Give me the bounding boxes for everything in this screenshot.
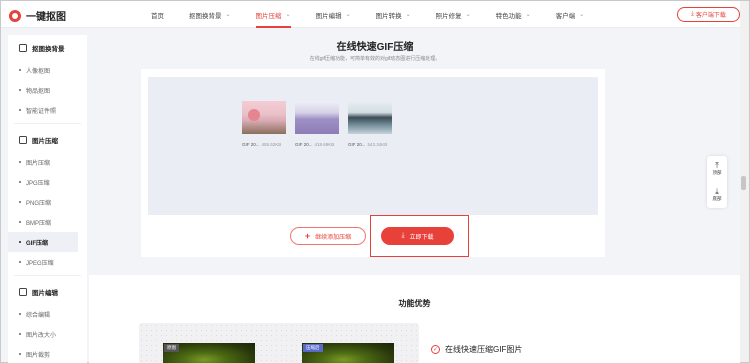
file-thumb[interactable]: GIF 20... 418.69KB <box>295 101 339 147</box>
sidebar-item[interactable]: BMP压缩 <box>8 212 87 232</box>
chevron-down-icon: ⌄ <box>225 12 231 18</box>
file-thumb[interactable]: GIF 20... 543.34KB <box>348 101 392 147</box>
compressed-image: 压缩后 <box>302 343 394 363</box>
download-icon: ⤓ <box>401 232 405 239</box>
scroll-shortcuts: ⤒ 顶部 ⤓ 底部 <box>707 156 727 208</box>
client-download-label: 客户端下载 <box>695 13 726 19</box>
plus-icon: + <box>304 231 311 241</box>
nav-item[interactable]: 图片压缩 ⌄ <box>255 1 291 28</box>
main-nav: 首页 抠图换背景 ⌄ 图片压缩 ⌄ 图片编辑 ⌄ 图片转换 ⌄ 照片修复 ⌄ 特色功能 ⌄ 客户端 ⌄ <box>151 1 609 28</box>
sidebar-item[interactable]: JPG压缩 <box>8 172 87 192</box>
original-label: 原图 <box>164 344 179 352</box>
file-thumb[interactable]: GIF 20... 455.52KB <box>242 101 286 147</box>
nav-item[interactable]: 照片修复 ⌄ <box>436 1 471 28</box>
sidebar-item[interactable]: 图片改大小 <box>8 324 87 344</box>
sidebar-item[interactable]: PNG压缩 <box>8 192 87 212</box>
upload-area[interactable]: GIF 20... 455.52KB GIF 20... 418.69KB GIF … <box>148 77 598 215</box>
sidebar-divider <box>14 123 81 124</box>
feature-label: 在线快速压缩GIF图片 <box>445 345 523 354</box>
nav-item-label: 图片压缩 <box>255 12 282 20</box>
logo-text: 一键抠图 <box>26 12 66 23</box>
advantages-title: 功能优势 <box>398 299 431 308</box>
to-top-button[interactable]: ⤒ 顶部 <box>707 156 727 182</box>
sidebar: 抠图换背景 人像抠图 物品抠图 智能证件照 图片压缩 图片压缩 JPG压缩 PNG压缩 BMP压… <box>8 35 87 363</box>
chevron-down-icon: ⌄ <box>345 12 351 18</box>
page-title: 在线快速GIF压缩 <box>336 42 414 53</box>
chevron-down-icon: ⌄ <box>525 12 531 18</box>
image-icon <box>19 135 27 144</box>
download-now-button[interactable]: ⤓ 立即下载 <box>381 227 454 245</box>
sidebar-section-title: 图片压缩 <box>8 127 87 152</box>
sidebar-item[interactable]: 智能证件照 <box>8 100 87 120</box>
check-circle-icon: ✓ <box>431 345 440 354</box>
sidebar-item[interactable]: GIF压缩 <box>8 232 78 252</box>
continue-add-button[interactable]: + 继续添加压缩 <box>290 227 366 245</box>
download-now-label: 立即下载 <box>409 234 434 241</box>
sidebar-item[interactable]: 物品抠图 <box>8 80 87 100</box>
scrollbar-thumb[interactable] <box>741 176 746 190</box>
sidebar-item[interactable]: 综合编辑 <box>8 304 87 324</box>
sidebar-section-title: 图片编辑 <box>8 279 87 304</box>
to-top-label: 顶部 <box>712 170 722 175</box>
advantages-section: 功能优势 原图 压缩后 ✓ 在线快速压缩GIF图片 <box>89 275 740 363</box>
file-preview-image <box>295 101 339 134</box>
client-download-button[interactable]: ⤓ 客户端下载 <box>677 7 740 22</box>
nav-item[interactable]: 图片转换 ⌄ <box>376 1 411 28</box>
file-size: 455.52KB <box>261 142 282 147</box>
chevron-down-icon: ⌄ <box>579 12 585 18</box>
sidebar-divider <box>14 275 81 276</box>
logo[interactable]: 一键抠图 <box>9 8 66 23</box>
sidebar-item[interactable]: 图片裁剪 <box>8 344 87 363</box>
image-icon <box>19 287 27 296</box>
compress-panel: GIF 20... 455.52KB GIF 20... 418.69KB GIF … <box>141 69 605 257</box>
file-name: GIF 20... <box>295 142 313 147</box>
comparison-demo: 原图 压缩后 <box>139 323 419 363</box>
logo-icon <box>9 9 21 22</box>
nav-item[interactable]: 首页 <box>151 1 164 28</box>
nav-item[interactable]: 客户端 ⌄ <box>556 1 585 28</box>
arrow-up-icon: ⤒ <box>715 161 719 170</box>
sidebar-item[interactable]: 人像抠图 <box>8 60 87 80</box>
sidebar-section-label: 图片编辑 <box>32 289 58 297</box>
nav-item-label: 客户端 <box>555 12 576 20</box>
continue-add-label: 继续添加压缩 <box>315 234 352 241</box>
nav-item[interactable]: 图片编辑 ⌄ <box>316 1 351 28</box>
nav-item-label: 特色功能 <box>495 12 522 20</box>
nav-item[interactable]: 抠图换背景 ⌄ <box>189 1 231 28</box>
nav-item-label: 首页 <box>151 12 164 20</box>
to-bottom-button[interactable]: ⤓ 底部 <box>707 182 727 208</box>
file-preview-image <box>242 101 286 134</box>
file-size: 418.69KB <box>314 142 335 147</box>
chevron-down-icon: ⌄ <box>285 12 291 18</box>
nav-item[interactable]: 特色功能 ⌄ <box>496 1 531 28</box>
sidebar-section-label: 图片压缩 <box>32 137 58 145</box>
arrow-down-icon: ⤓ <box>715 187 719 196</box>
compressed-label: 压缩后 <box>303 344 323 352</box>
sidebar-item[interactable]: 图片压缩 <box>8 152 87 172</box>
file-name: GIF 20... <box>242 142 260 147</box>
page-subtitle: 在线gif压缩功能，可简单有效的对gif动态图进行压缩处理。 <box>309 56 441 62</box>
scrollbar[interactable] <box>740 1 749 362</box>
original-image: 原图 <box>163 343 255 363</box>
nav-item-label: 图片转换 <box>375 12 402 20</box>
nav-item-label: 照片修复 <box>435 12 462 20</box>
file-preview-image <box>348 101 392 134</box>
chevron-down-icon: ⌄ <box>465 12 471 18</box>
sidebar-item[interactable]: JPEG压缩 <box>8 252 87 272</box>
to-bottom-label: 底部 <box>712 196 722 201</box>
file-name: GIF 20... <box>348 142 366 147</box>
chevron-down-icon: ⌄ <box>405 12 411 18</box>
top-navbar: 一键抠图 首页 抠图换背景 ⌄ 图片压缩 ⌄ 图片编辑 ⌄ 图片转换 ⌄ 照片修复 ⌄ 特色功能 ⌄ 客户… <box>1 1 749 28</box>
nav-item-label: 抠图换背景 <box>189 12 222 20</box>
nav-item-label: 图片编辑 <box>315 12 342 20</box>
feature-item: ✓ 在线快速压缩GIF图片 <box>431 344 522 355</box>
download-icon: ⤓ <box>691 11 694 17</box>
file-size: 543.34KB <box>367 142 388 147</box>
